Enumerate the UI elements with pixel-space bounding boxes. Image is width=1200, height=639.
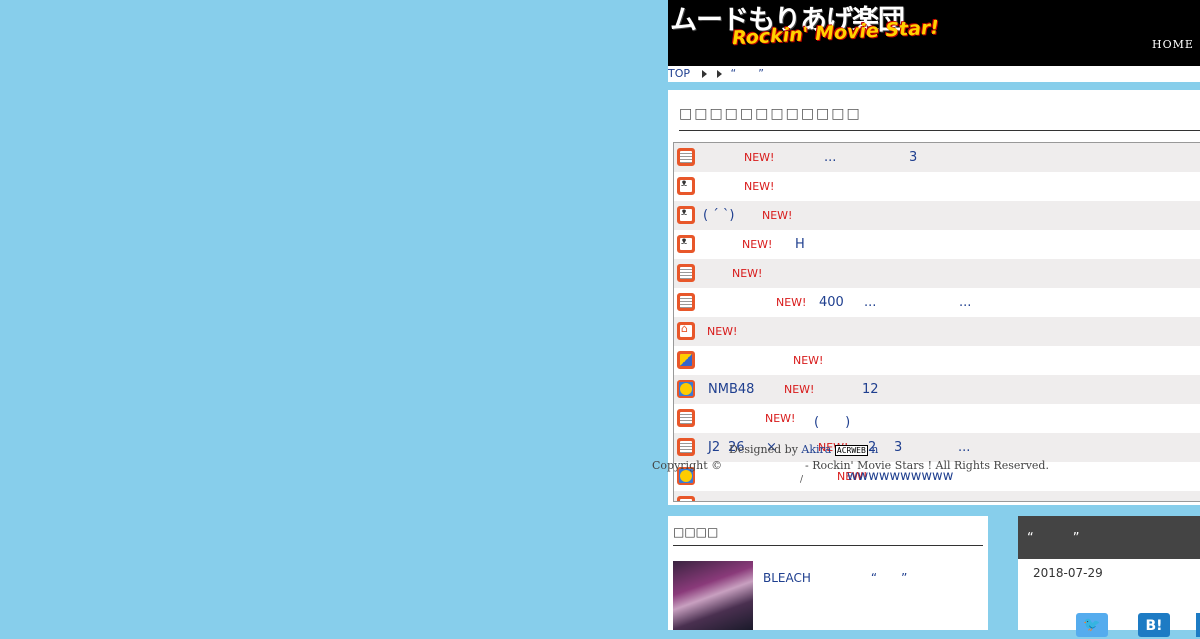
feed-row-text[interactable]: 3 <box>909 150 917 165</box>
star-feed-icon <box>677 380 695 398</box>
twitter-share-button[interactable]: 🐦 <box>1076 613 1108 637</box>
feed-row[interactable]: NEW! H <box>674 230 1200 259</box>
article-widget: “ ” 2018-07-29 🐦 B! <box>1018 516 1200 637</box>
share-more-button[interactable] <box>1196 613 1200 637</box>
site-header: ムードもりあげ楽団 Rockin' Movie Star! HOME <box>668 0 1200 66</box>
new-badge: NEW! <box>744 180 775 193</box>
twitter-bird-icon: 🐦 <box>1083 617 1101 633</box>
game-feed-icon <box>677 351 695 369</box>
feed-row-text[interactable]: ... <box>864 295 876 310</box>
article-title-bar: “ ” <box>1018 516 1200 559</box>
related-item-link[interactable]: BLEACH “ ” <box>763 569 907 586</box>
feed-row-text[interactable]: H <box>795 237 805 252</box>
feed-row-text[interactable]: ... <box>824 150 836 165</box>
list-feed-icon <box>677 148 695 166</box>
new-badge: NEW! <box>742 238 773 251</box>
article-date: 2018-07-29 <box>1033 566 1103 580</box>
new-badge: NEW! <box>784 383 815 396</box>
feed-row-text[interactable]: 400 <box>819 295 844 310</box>
copyright-rights: - Rockin' Movie Stars ! All Rights Reser… <box>805 459 1049 472</box>
feed-row[interactable]: NEW! NMB48 12 <box>674 375 1200 404</box>
designed-by-line: Designed by Akira ACRWEB n <box>729 443 878 456</box>
new-badge: NEW! <box>756 499 786 501</box>
breadcrumb-current: “ ” <box>730 67 764 80</box>
new-badge: NEW! <box>732 267 763 280</box>
feed-row[interactable]: NEW! <box>674 346 1200 375</box>
new-badge: NEW! <box>793 354 824 367</box>
list-feed-icon <box>677 496 695 501</box>
feed-row-text[interactable]: ( ´ `) <box>703 208 734 223</box>
related-widget: □□□□ BLEACH “ ” <box>668 516 988 630</box>
breadcrumb: TOP “ ” <box>668 66 1200 82</box>
author-link[interactable]: Akira <box>801 443 831 456</box>
feed-row-text[interactable]: ... <box>959 295 971 310</box>
copyright-label: Copyright © <box>652 459 723 472</box>
breadcrumb-arrow-icon <box>701 70 707 78</box>
trailing-char: n <box>871 443 879 456</box>
movie-poster-thumbnail[interactable] <box>673 561 753 630</box>
feed-row[interactable]: NEW! ( ´ `) <box>674 201 1200 230</box>
feed-row-text[interactable]: NMB48 <box>708 382 754 397</box>
cat-feed-icon <box>677 177 695 195</box>
breadcrumb-arrow-icon <box>717 70 723 78</box>
feed-row-text[interactable]: ( ) <box>814 411 850 430</box>
feed-row[interactable]: NEW! <box>674 172 1200 201</box>
new-badge: NEW! <box>776 296 807 309</box>
nav-home-link[interactable]: HOME <box>1152 38 1200 51</box>
related-widget-title: □□□□ <box>673 525 983 546</box>
feed-row[interactable]: NEW!... 3 <box>674 143 1200 172</box>
feed-row[interactable]: NEW! <box>674 317 1200 346</box>
feed-row-text[interactable]: 12 <box>862 382 879 397</box>
home-feed-icon <box>677 322 695 340</box>
breadcrumb-top-link[interactable]: TOP <box>668 66 690 82</box>
list-feed-icon <box>677 293 695 311</box>
article-title[interactable]: “ ” <box>1027 527 1079 546</box>
footer: Designed by Akira ACRWEB n Copyright © -… <box>650 443 1050 493</box>
designed-by-label: Designed by <box>729 443 798 456</box>
footer-slash: / <box>800 475 804 485</box>
new-badge: NEW! <box>744 151 775 164</box>
list-feed-icon <box>677 264 695 282</box>
cat-feed-icon <box>677 235 695 253</box>
feed-row[interactable]: NEW! 400...... <box>674 288 1200 317</box>
cat-feed-icon <box>677 206 695 224</box>
hatena-bookmark-button[interactable]: B! <box>1138 613 1170 637</box>
feed-row[interactable]: NEW! <box>674 259 1200 288</box>
new-badge: NEW! <box>765 412 796 425</box>
acrweb-badge[interactable]: ACRWEB <box>834 444 868 456</box>
new-badge: NEW! <box>707 325 738 338</box>
panel-title: □□□□□□□□□□□□ <box>679 106 1200 131</box>
new-badge: NEW! <box>762 209 793 222</box>
feed-row[interactable]: NEW! ( ) <box>674 404 1200 433</box>
list-feed-icon <box>677 409 695 427</box>
